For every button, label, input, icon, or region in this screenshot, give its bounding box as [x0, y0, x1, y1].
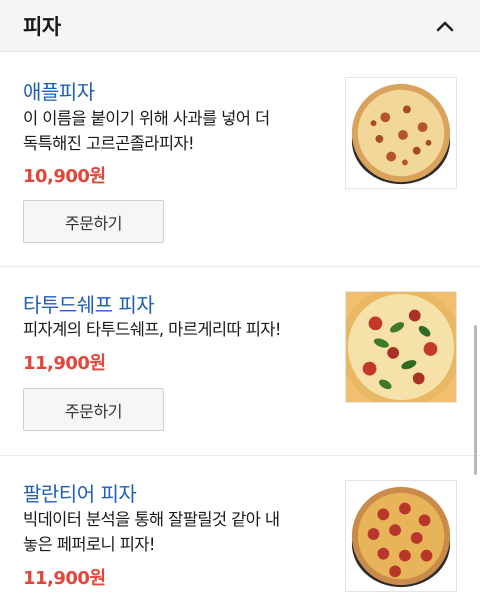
pizza-image [345, 291, 457, 403]
section-title: 피자 [23, 14, 61, 39]
pizza-image [345, 77, 457, 189]
scrollbar[interactable] [474, 325, 477, 475]
menu-item-palantir-pizza[interactable]: 팔란티어 피자 빅데이터 분석을 통해 잘팔릴것 같아 내 놓은 페퍼로니 피자… [0, 456, 480, 600]
item-price: 10,900원 [23, 166, 106, 187]
item-description: 피자계의 타투드쉐프, 마르게리따 피자! [23, 320, 281, 339]
menu-item-apple-pizza[interactable]: 애플피자 이 이름을 붙이기 위해 사과를 넣어 더 독특해진 고르곤졸라피자!… [0, 52, 480, 267]
item-price: 11,900원 [23, 568, 106, 589]
item-price: 11,900원 [23, 353, 106, 374]
item-description: 빅데이터 분석을 통해 잘팔릴것 같아 내 놓은 페퍼로니 피자! [23, 510, 280, 554]
item-name: 팔란티어 피자 [23, 482, 137, 506]
order-button[interactable]: 주문하기 [23, 200, 164, 243]
pizza-image [345, 480, 457, 592]
item-name: 애플피자 [23, 80, 95, 104]
section-header[interactable]: 피자 [0, 0, 480, 52]
order-button[interactable]: 주문하기 [23, 388, 164, 431]
chevron-up-icon[interactable] [432, 13, 458, 39]
menu-item-tattooed-chef-pizza[interactable]: 타투드쉐프 피자 피자계의 타투드쉐프, 마르게리따 피자! 11,900원 주… [0, 267, 480, 456]
item-name: 타투드쉐프 피자 [23, 293, 155, 317]
item-description: 이 이름을 붙이기 위해 사과를 넣어 더 독특해진 고르곤졸라피자! [23, 109, 270, 153]
